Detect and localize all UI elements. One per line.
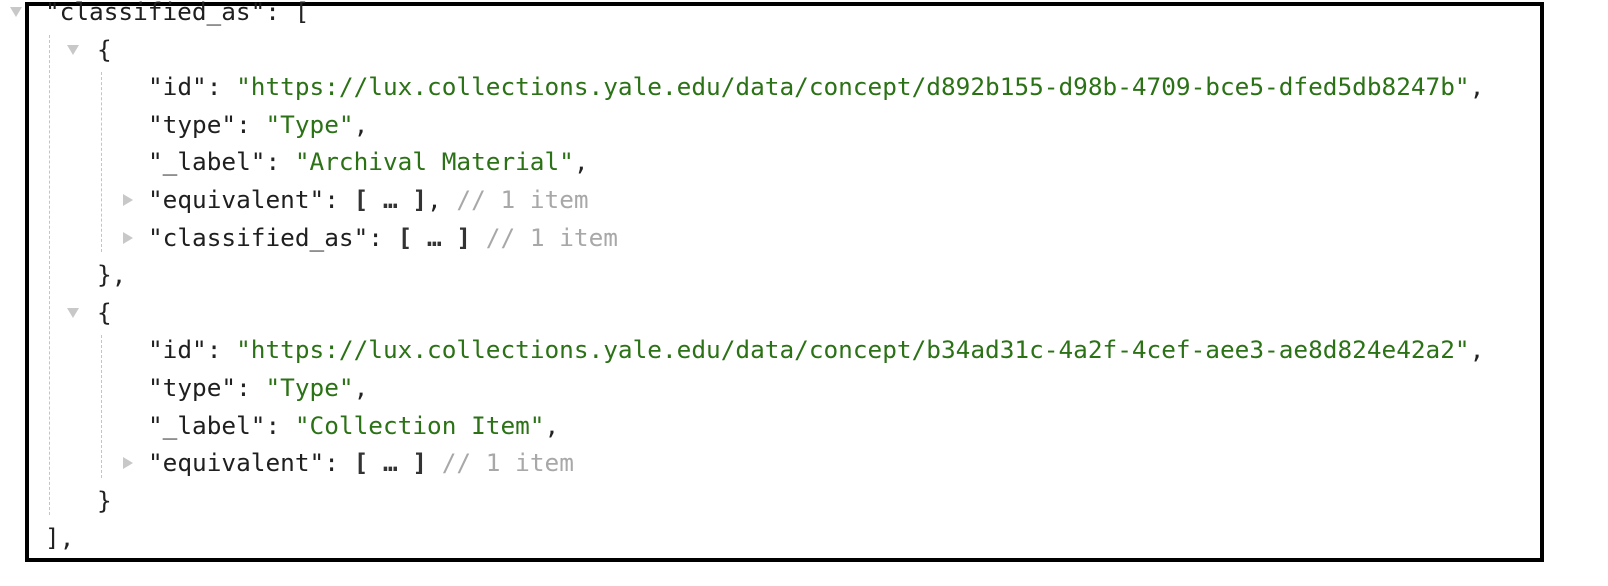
json-punctuation: {	[97, 297, 112, 327]
indent-guide	[49, 34, 50, 516]
json-key: "id"	[148, 335, 207, 365]
json-line: "_label": "Archival Material",	[148, 143, 589, 181]
json-punctuation: }	[97, 485, 112, 515]
json-key: "classified_as"	[148, 222, 369, 252]
json-line: "id": "https://lux.collections.yale.edu/…	[148, 68, 1484, 106]
indent-guide	[101, 335, 102, 478]
json-punctuation: ,	[573, 147, 589, 177]
expanded-triangle-icon[interactable]	[67, 307, 79, 318]
item-count-comment: // 1 item	[456, 185, 589, 214]
json-key: "type"	[148, 109, 237, 139]
json-punctuation: :	[324, 448, 354, 478]
json-punctuation	[427, 448, 442, 477]
json-line: },	[97, 256, 126, 294]
json-line: "equivalent": [ … ] // 1 item	[148, 444, 574, 482]
json-line: "classified_as": [	[45, 0, 309, 31]
json-key: "equivalent"	[148, 448, 325, 478]
json-punctuation: {	[97, 34, 112, 64]
json-punctuation: :	[206, 335, 237, 365]
json-line: {	[97, 31, 112, 69]
json-line: "type": "Type",	[148, 106, 368, 144]
json-key: "id"	[148, 72, 207, 102]
json-line: "type": "Type",	[148, 369, 368, 407]
json-punctuation: ,	[1469, 335, 1485, 365]
json-punctuation: :	[236, 109, 266, 139]
collapsed-triangle-icon[interactable]	[123, 231, 133, 244]
json-punctuation: ,	[1469, 72, 1485, 102]
json-key: "type"	[148, 373, 237, 402]
collapsed-triangle-icon[interactable]	[123, 194, 133, 206]
json-line: "id": "https://lux.collections.yale.edu/…	[148, 331, 1484, 369]
json-line: }	[97, 482, 112, 520]
json-string-value: "https://lux.collections.yale.edu/data/c…	[236, 72, 1470, 102]
json-punctuation: :	[368, 222, 398, 252]
item-count-comment: // 1 item	[441, 448, 574, 478]
json-punctuation: :	[265, 410, 295, 440]
json-key: "equivalent"	[148, 185, 325, 214]
json-line: "classified_as": [ … ] // 1 item	[148, 219, 618, 257]
json-punctuation: : [	[265, 0, 310, 26]
json-punctuation: :	[265, 147, 295, 177]
collapsed-array-ellipsis[interactable]: [ … ]	[354, 185, 427, 214]
json-line: "_label": "Collection Item",	[148, 407, 559, 445]
json-string-value: "Archival Material"	[294, 147, 574, 177]
json-key: "classified_as"	[45, 0, 266, 26]
json-punctuation: },	[97, 260, 127, 290]
expanded-triangle-icon[interactable]	[67, 44, 79, 55]
json-punctuation: :	[324, 185, 354, 214]
expanded-triangle-icon[interactable]	[10, 7, 22, 17]
item-count-comment: // 1 item	[485, 222, 618, 252]
json-string-value: "Type"	[265, 109, 354, 139]
json-line: "equivalent": [ … ], // 1 item	[148, 181, 589, 219]
json-string-value: "https://lux.collections.yale.edu/data/c…	[236, 335, 1470, 365]
json-string-value: "Type"	[265, 373, 354, 402]
json-punctuation	[471, 223, 486, 252]
json-punctuation: ,	[353, 109, 369, 139]
json-punctuation: ,	[544, 410, 560, 440]
collapsed-array-ellipsis[interactable]: [ … ]	[354, 448, 427, 477]
json-punctuation: ],	[45, 523, 75, 553]
json-line: ],	[45, 519, 74, 557]
json-punctuation: ,	[427, 185, 457, 214]
indent-guide	[101, 72, 102, 253]
collapsed-triangle-icon[interactable]	[123, 457, 133, 470]
collapsed-array-ellipsis[interactable]: [ … ]	[398, 223, 471, 252]
json-string-value: "Collection Item"	[294, 410, 545, 440]
json-punctuation: ,	[353, 373, 369, 402]
json-punctuation: :	[236, 373, 266, 402]
json-line: {	[97, 294, 112, 332]
json-key: "_label"	[148, 147, 266, 177]
json-key: "_label"	[148, 410, 266, 440]
json-punctuation: :	[206, 72, 237, 102]
